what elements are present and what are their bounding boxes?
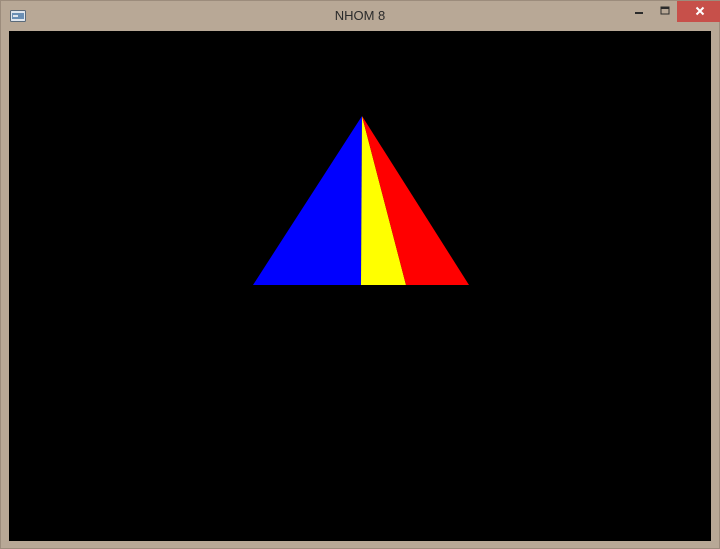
app-window: NHOM 8 — [0, 0, 720, 549]
window-title: NHOM 8 — [334, 8, 386, 23]
pyramid-left-face — [253, 116, 362, 285]
pyramid-drawing — [253, 116, 469, 285]
close-icon — [695, 3, 705, 21]
close-button[interactable] — [677, 1, 720, 22]
title-bar[interactable]: NHOM 8 — [1, 1, 720, 31]
minimize-icon — [634, 3, 644, 21]
minimize-button[interactable] — [625, 1, 652, 22]
app-icon[interactable] — [10, 9, 26, 22]
maximize-icon — [660, 3, 670, 21]
maximize-button[interactable] — [652, 1, 677, 22]
opengl-canvas[interactable] — [9, 31, 711, 541]
